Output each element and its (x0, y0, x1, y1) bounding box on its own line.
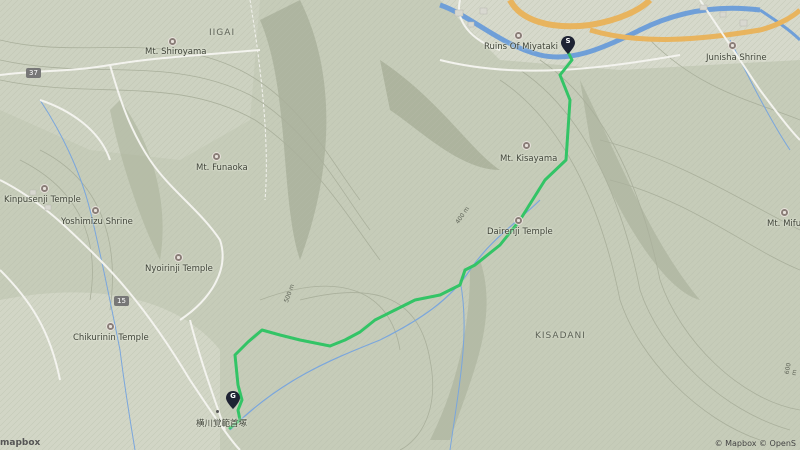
poi-label-nyoirinji-temple[interactable]: Nyoirinji Temple (145, 264, 213, 274)
road-shield-15: 15 (114, 296, 129, 306)
poi-label-ruins-of-miyataki[interactable]: Ruins Of Miyataki (484, 42, 558, 52)
temple-icon (40, 184, 49, 193)
poi-label-chikurinin-temple[interactable]: Chikurinin Temple (73, 333, 149, 343)
road-shield-37: 37 (26, 68, 41, 78)
mountain-icon (168, 37, 177, 46)
start-marker-label: S (565, 37, 571, 45)
map-attribution[interactable]: © Mapbox © OpenS (715, 439, 796, 448)
poi-label-mt-funaoka[interactable]: Mt. Funaoka (196, 163, 248, 173)
poi-label-mt-shiroyama[interactable]: Mt. Shiroyama (145, 47, 206, 57)
poi-dot (216, 410, 219, 413)
landmark-icon (514, 31, 523, 40)
temple-icon (174, 253, 183, 262)
temple-icon (514, 216, 523, 225)
region-label-kisadani: KISADANI (535, 331, 586, 341)
shrine-icon (728, 41, 737, 50)
mountain-icon (522, 141, 531, 150)
region-label-iigai: IIGAI (209, 28, 236, 38)
contour-label-600: 600 m (783, 362, 799, 377)
start-marker[interactable]: S (561, 36, 575, 54)
poi-label-yokawa-kakuhan-kubizuka[interactable]: 横川覚範首塚 (196, 417, 247, 429)
poi-label-mt-kisayama[interactable]: Mt. Kisayama (500, 154, 557, 164)
poi-label-mt-mifun[interactable]: Mt. Mifun (767, 219, 800, 229)
goal-marker[interactable]: G (226, 391, 240, 409)
temple-icon (106, 322, 115, 331)
goal-marker-label: G (230, 392, 236, 400)
map-canvas[interactable]: IIGAI KISADANI Mt. Shiroyama Mt. Funaoka… (0, 0, 800, 450)
poi-label-junisha-shrine[interactable]: Junisha Shrine (706, 53, 767, 63)
mountain-icon (780, 208, 789, 217)
poi-label-yoshimizu-shrine[interactable]: Yoshimizu Shrine (61, 217, 133, 227)
shrine-icon (91, 206, 100, 215)
mapbox-logo[interactable]: mapbox (0, 438, 40, 448)
poi-label-kinpusenji-temple[interactable]: Kinpusenji Temple (4, 195, 81, 205)
poi-label-dairenji-temple[interactable]: Dairenji Temple (487, 227, 553, 237)
mountain-icon (212, 152, 221, 161)
